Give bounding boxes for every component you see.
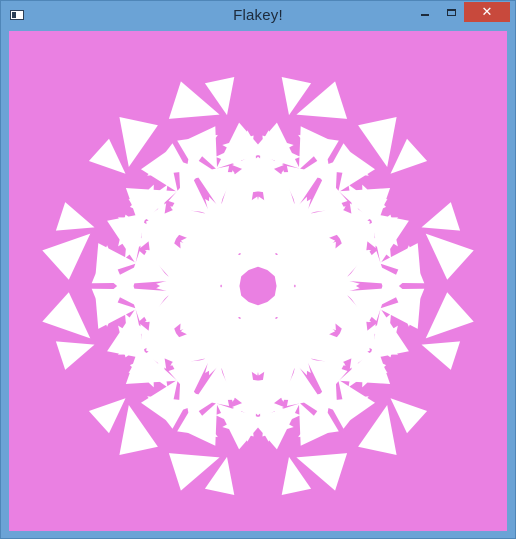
drawing-canvas[interactable] xyxy=(9,31,507,531)
maximize-button[interactable] xyxy=(438,2,464,22)
canvas-background xyxy=(9,31,507,531)
title-bar[interactable]: Flakey! ✕ xyxy=(1,1,515,31)
minimize-icon xyxy=(421,14,429,16)
maximize-icon xyxy=(446,8,456,16)
minimize-button[interactable] xyxy=(412,2,438,22)
close-button[interactable]: ✕ xyxy=(464,2,510,22)
snowflake-drawing xyxy=(9,31,507,531)
close-icon: ✕ xyxy=(481,4,493,20)
app-window: Flakey! ✕ xyxy=(0,0,516,539)
